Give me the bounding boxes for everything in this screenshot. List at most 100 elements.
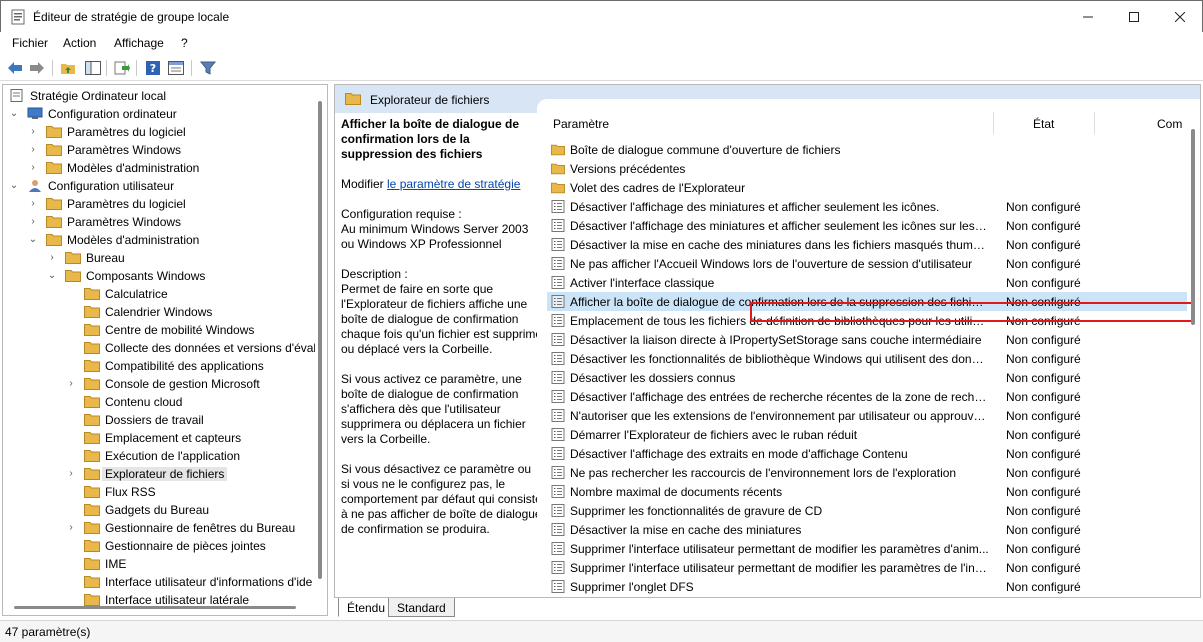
minimize-button[interactable] (1065, 1, 1111, 33)
tree-node[interactable]: Emplacement et capteurs (3, 429, 313, 447)
setting-row[interactable]: Supprimer l'interface utilisateur permet… (547, 558, 1187, 577)
up-level-button[interactable] (59, 59, 77, 77)
setting-row[interactable]: Ne pas afficher l'Accueil Windows lors d… (547, 254, 1187, 273)
chevron-right-icon[interactable]: › (66, 522, 76, 534)
tree-node[interactable]: › Paramètres du logiciel (3, 195, 313, 213)
close-button[interactable] (1157, 1, 1203, 33)
folder-row[interactable]: Versions précédentes (547, 159, 1187, 178)
setting-row[interactable]: Nombre maximal de documents récents Non c… (547, 482, 1187, 501)
tree-node[interactable]: Compatibilité des applications (3, 357, 313, 375)
column-header-commentaire[interactable]: Com (1157, 117, 1182, 131)
tree-node[interactable]: Dossiers de travail (3, 411, 313, 429)
tree-node[interactable]: › Paramètres du logiciel (3, 123, 313, 141)
tree-node[interactable]: Gadgets du Bureau (3, 501, 313, 519)
tree-node[interactable]: Centre de mobilité Windows (3, 321, 313, 339)
chevron-right-icon[interactable]: › (47, 252, 57, 264)
chevron-down-icon[interactable]: ⌄ (47, 270, 57, 282)
tab-standard[interactable]: Standard (388, 598, 455, 617)
tree-node[interactable]: Exécution de l'application (3, 447, 313, 465)
chevron-right-icon[interactable]: › (66, 378, 76, 390)
tree-node[interactable]: IME (3, 555, 313, 573)
tree-node[interactable]: › Modèles d'administration (3, 159, 313, 177)
setting-row[interactable]: Démarrer l'Explorateur de fichiers avec … (547, 425, 1187, 444)
tab-etendu[interactable]: Étendu (338, 598, 395, 617)
edit-policy-link[interactable]: le paramètre de stratégie (387, 177, 520, 191)
setting-row[interactable]: Emplacement de tous les fichiers de défi… (547, 311, 1187, 330)
tree-vertical-scrollbar[interactable] (315, 85, 327, 615)
setting-row[interactable]: Désactiver la mise en cache des miniatur… (547, 235, 1187, 254)
setting-row[interactable]: Désactiver les fonctionnalités de biblio… (547, 349, 1187, 368)
setting-name: N'autoriser que les extensions de l'envi… (570, 409, 990, 423)
chevron-right-icon[interactable]: › (66, 468, 76, 480)
forward-button[interactable] (28, 59, 46, 77)
tree-node[interactable]: Contenu cloud (3, 393, 313, 411)
setting-row[interactable]: Désactiver la mise en cache des miniatur… (547, 520, 1187, 539)
setting-row[interactable]: Activer l'interface classique Non configu… (547, 273, 1187, 292)
tree-node[interactable]: ⌄ Modèles d'administration (3, 231, 313, 249)
show-hide-tree-button[interactable] (84, 59, 102, 77)
menu-help[interactable]: ? (181, 36, 188, 50)
tree-node[interactable]: ⌄ Composants Windows (3, 267, 313, 285)
setting-row[interactable]: Désactiver la liaison directe à IPropert… (547, 330, 1187, 349)
tree-pane[interactable]: Stratégie Ordinateur local ⌄ Configuration… (2, 84, 328, 616)
export-list-icon (114, 61, 130, 75)
filter-button[interactable] (199, 59, 217, 77)
help-button[interactable]: ? (144, 59, 162, 77)
setting-row[interactable]: Afficher la boîte de dialogue de confirm… (547, 292, 1187, 311)
menu-affichage[interactable]: Affichage (114, 36, 164, 50)
setting-name: Volet des cadres de l'Explorateur (570, 181, 746, 195)
tree-node[interactable]: › Bureau (3, 249, 313, 267)
tree-node[interactable]: › Explorateur de fichiers (3, 465, 313, 483)
folder-row[interactable]: Volet des cadres de l'Explorateur (547, 178, 1187, 197)
chevron-right-icon[interactable]: › (28, 126, 38, 138)
status-bar: 47 paramètre(s) (0, 620, 1203, 642)
tree-node[interactable]: Interface utilisateur d'informations d'i… (3, 573, 313, 591)
tree-horizontal-scrollbar[interactable] (2, 598, 312, 614)
setting-row[interactable]: Désactiver l'affichage des extraits en m… (547, 444, 1187, 463)
setting-row[interactable]: Supprimer l'interface utilisateur permet… (547, 539, 1187, 558)
tree-node[interactable]: Calculatrice (3, 285, 313, 303)
chevron-right-icon[interactable]: › (28, 162, 38, 174)
scrollbar-thumb[interactable] (1191, 129, 1195, 325)
setting-state: Non configuré (1006, 314, 1081, 328)
setting-row[interactable]: Désactiver l'affichage des entrées de re… (547, 387, 1187, 406)
tree-node[interactable]: Gestionnaire de pièces jointes (3, 537, 313, 555)
setting-row[interactable]: N'autoriser que les extensions de l'envi… (547, 406, 1187, 425)
setting-row[interactable]: Supprimer les fonctionnalités de gravure… (547, 501, 1187, 520)
export-list-button[interactable] (113, 59, 131, 77)
column-header-parametre[interactable]: Paramètre (553, 117, 609, 131)
tree-node[interactable]: ⌄ Configuration ordinateur (3, 105, 313, 123)
chevron-right-icon[interactable]: › (28, 198, 38, 210)
menu-fichier[interactable]: Fichier (12, 36, 48, 50)
setting-row[interactable]: Désactiver les dossiers connus Non config… (547, 368, 1187, 387)
chevron-down-icon[interactable]: ⌄ (28, 234, 38, 246)
folder-row[interactable]: Boîte de dialogue commune d'ouverture de… (547, 140, 1187, 159)
scrollbar-thumb[interactable] (318, 101, 322, 579)
chevron-down-icon[interactable]: ⌄ (9, 108, 19, 120)
setting-row[interactable]: Ne pas rechercher les raccourcis de l'en… (547, 463, 1187, 482)
setting-row[interactable]: Supprimer l'onglet DFS Non configuré (547, 577, 1187, 596)
tree-node[interactable]: Collecte des données et versions d'évalu (3, 339, 323, 357)
properties-button[interactable] (167, 59, 185, 77)
scrollbar-thumb[interactable] (14, 606, 296, 609)
column-divider[interactable] (1094, 112, 1095, 134)
menu-action[interactable]: Action (63, 36, 96, 50)
tree-node[interactable]: Stratégie Ordinateur local (3, 87, 313, 105)
maximize-button[interactable] (1111, 1, 1157, 33)
back-button[interactable] (6, 59, 24, 77)
column-header-etat[interactable]: État (1033, 117, 1054, 131)
chevron-right-icon[interactable]: › (28, 144, 38, 156)
chevron-right-icon[interactable]: › (28, 216, 38, 228)
tree-node[interactable]: › Paramètres Windows (3, 213, 313, 231)
tree-node[interactable]: Calendrier Windows (3, 303, 313, 321)
setting-row[interactable]: Désactiver l'affichage des miniatures et… (547, 197, 1187, 216)
tree-node[interactable]: ⌄ Configuration utilisateur (3, 177, 313, 195)
list-vertical-scrollbar[interactable] (1187, 129, 1199, 589)
chevron-down-icon[interactable]: ⌄ (9, 180, 19, 192)
tree-node[interactable]: Flux RSS (3, 483, 313, 501)
setting-row[interactable]: Désactiver l'affichage des miniatures et… (547, 216, 1187, 235)
column-divider[interactable] (993, 112, 994, 134)
tree-node[interactable]: › Console de gestion Microsoft (3, 375, 313, 393)
tree-node[interactable]: › Paramètres Windows (3, 141, 313, 159)
tree-node[interactable]: › Gestionnaire de fenêtres du Bureau (3, 519, 313, 537)
